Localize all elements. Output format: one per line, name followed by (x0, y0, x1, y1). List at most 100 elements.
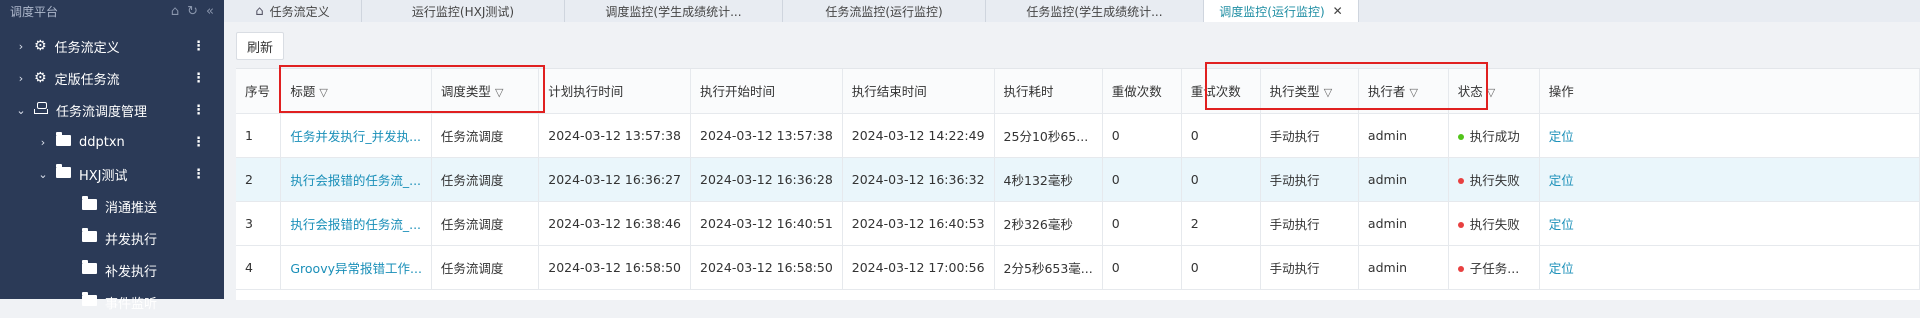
more-icon[interactable]: ⋮ (192, 39, 205, 54)
tab[interactable]: ⌂ 任务流定义 (224, 0, 362, 22)
sidebar-item[interactable]: › ⚙ 定版任务流 ⋮ (0, 62, 224, 94)
tab[interactable]: 运行监控(HXJ测试) (362, 0, 565, 22)
cell-op[interactable]: 定位 (1539, 157, 1920, 202)
folder-icon (56, 163, 71, 182)
cell-title[interactable]: 任务并发执行_并发执... (280, 113, 432, 158)
cell-start: 2024-03-12 16:36:28 (690, 157, 843, 202)
cell-end: 2024-03-12 16:36:32 (842, 157, 995, 202)
column-header[interactable]: 操作 (1539, 69, 1920, 114)
sidebar-item[interactable]: › ddptxn ⋮ (0, 126, 224, 158)
cell-title[interactable]: 执行会报错的任务流_... (280, 201, 432, 246)
home-icon[interactable]: ⌂ (171, 4, 179, 19)
table-row[interactable]: 2 执行会报错的任务流_... 任务流调度 2024-03-12 16:36:27 20… (236, 157, 1920, 202)
cell-status: 执行失败 (1448, 157, 1540, 202)
folder-icon (82, 227, 97, 246)
cell-no: 3 (236, 201, 282, 246)
chevron-right-icon[interactable]: › (36, 136, 50, 149)
column-header[interactable]: 执行耗时 (994, 69, 1103, 114)
tab[interactable]: 调度监控(学生成绩统计... (565, 0, 783, 22)
sidebar-item[interactable]: ⌄ HXJ测试 ⋮ (0, 158, 224, 190)
cell-duration: 4秒132毫秒 (994, 157, 1103, 202)
cell-plan: 2024-03-12 13:57:38 (538, 113, 692, 158)
cell-exec-type: 手动执行 (1260, 157, 1359, 202)
tab-label: 调度监控(运行监控) (1219, 4, 1325, 19)
collapse-icon[interactable]: « (206, 4, 214, 19)
sidebar: 调度平台 ⌂ ↻ « › ⚙ 任务流定义 ⋮ › ⚙ 定版任务流 ⋮ ⌄ 任务流调度管理 ⋮ › ddp… (0, 0, 224, 312)
cell-exec-type: 手动执行 (1260, 201, 1359, 246)
cell-sched-type: 任务流调度 (431, 113, 540, 158)
sidebar-item[interactable]: 事件监听 (0, 286, 224, 318)
sidebar-item[interactable]: 并发执行 (0, 222, 224, 254)
cell-start: 2024-03-12 16:40:51 (690, 201, 843, 246)
tab-label: 任务流定义 (269, 4, 330, 19)
chevron-down-icon[interactable]: ⌄ (36, 168, 50, 181)
cell-no: 4 (236, 245, 282, 290)
sidebar-item-label: 定版任务流 (54, 72, 120, 88)
cell-op[interactable]: 定位 (1539, 113, 1920, 158)
cell-redo: 0 (1102, 201, 1182, 246)
more-icon[interactable]: ⋮ (192, 135, 205, 150)
column-header[interactable]: 序号 (236, 69, 282, 114)
sidebar-item[interactable]: 补发执行 (0, 254, 224, 286)
column-header-label: 执行结束时间 (851, 84, 927, 100)
cell-sched-type: 任务流调度 (431, 201, 540, 246)
tab-bar: ⌂ 任务流定义 运行监控(HXJ测试) 调度监控(学生成绩统计... 任务流监控(运行监… (224, 0, 1920, 22)
column-header[interactable]: 执行结束时间 (842, 69, 995, 114)
home-icon: ⌂ (255, 3, 264, 19)
chevron-down-icon[interactable]: ⌄ (14, 104, 28, 117)
close-icon[interactable]: ✕ (1333, 4, 1343, 18)
tab[interactable]: 任务监控(学生成绩统计... (986, 0, 1204, 22)
more-icon[interactable]: ⋮ (192, 71, 205, 86)
cell-redo: 0 (1102, 157, 1182, 202)
status-dot-icon (1457, 178, 1464, 184)
more-icon[interactable]: ⋮ (192, 103, 205, 118)
column-header[interactable]: 计划执行时间 (538, 69, 692, 114)
chevron-right-icon[interactable]: › (14, 72, 28, 85)
sidebar-item[interactable]: ⌄ 任务流调度管理 ⋮ (0, 94, 224, 126)
cell-op[interactable]: 定位 (1539, 201, 1920, 246)
column-header[interactable]: 重做次数 (1102, 69, 1182, 114)
sidebar-item[interactable]: › ⚙ 任务流定义 ⋮ (0, 30, 224, 62)
table-row[interactable]: 3 执行会报错的任务流_... 任务流调度 2024-03-12 16:38:46 20… (236, 201, 1920, 246)
flow-icon: ⚙ (34, 70, 47, 86)
status-dot-icon (1457, 134, 1464, 140)
cell-sched-type: 任务流调度 (431, 157, 540, 202)
column-header-label: 执行耗时 (1003, 84, 1054, 100)
sidebar-item-label: 任务流调度管理 (56, 104, 148, 120)
cell-redo: 0 (1102, 245, 1182, 290)
status-dot-icon (1457, 266, 1464, 272)
cell-title[interactable]: 执行会报错的任务流_... (280, 157, 432, 202)
filter-icon[interactable]: ▽ (1487, 86, 1495, 99)
cell-plan: 2024-03-12 16:58:50 (538, 245, 692, 290)
table-row[interactable]: 4 Groovy异常报错工作... 任务流调度 2024-03-12 16:58:50… (236, 245, 1920, 290)
refresh-icon[interactable]: ↻ (187, 4, 198, 19)
sidebar-item[interactable]: 消通推送 (0, 190, 224, 222)
cell-plan: 2024-03-12 16:38:46 (538, 201, 692, 246)
tab-label: 任务监控(学生成绩统计... (1026, 4, 1163, 19)
flow-icon: ⚙ (34, 38, 47, 54)
sidebar-item-label: 消通推送 (105, 200, 158, 216)
sidebar-header: 调度平台 ⌂ ↻ « (0, 0, 224, 22)
cell-title[interactable]: Groovy异常报错工作... (280, 245, 432, 290)
refresh-button[interactable]: 刷新 (236, 32, 284, 60)
node-icon (34, 102, 48, 118)
cell-op[interactable]: 定位 (1539, 245, 1920, 290)
cell-no: 1 (236, 113, 282, 158)
cell-retry: 0 (1181, 245, 1261, 290)
column-header[interactable]: 执行开始时间 (690, 69, 843, 114)
tab[interactable]: 任务流监控(运行监控) (783, 0, 986, 22)
column-header-label: 序号 (245, 84, 271, 100)
cell-executor: admin (1358, 157, 1449, 202)
cell-plan: 2024-03-12 16:36:27 (538, 157, 692, 202)
tab[interactable]: 调度监控(运行监控) ✕ (1204, 0, 1359, 22)
column-header-label: 执行开始时间 (700, 84, 776, 100)
highlight-box-exec-status (1205, 62, 1488, 110)
highlight-box-title-type (279, 65, 545, 113)
table-row[interactable]: 1 任务并发执行_并发执... 任务流调度 2024-03-12 13:57:38 20… (236, 113, 1920, 158)
cell-end: 2024-03-12 16:40:53 (842, 201, 995, 246)
cell-duration: 25分10秒65... (994, 113, 1103, 158)
more-icon[interactable]: ⋮ (192, 167, 205, 182)
cell-executor: admin (1358, 245, 1449, 290)
chevron-right-icon[interactable]: › (14, 40, 28, 53)
cell-retry: 0 (1181, 157, 1261, 202)
